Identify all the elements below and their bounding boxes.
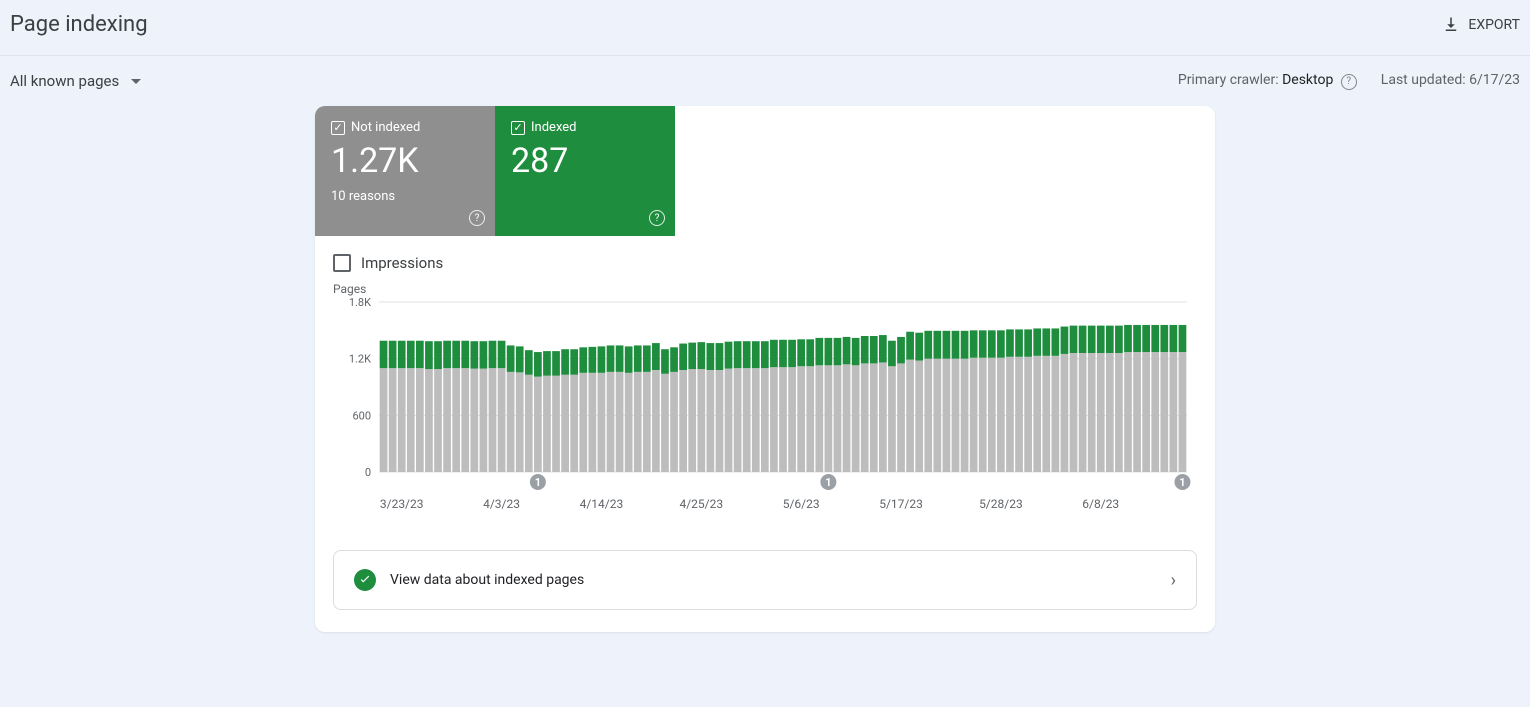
download-icon	[1442, 16, 1460, 34]
last-updated-info: Last updated: 6/17/23	[1381, 72, 1520, 90]
svg-text:1: 1	[1179, 476, 1185, 489]
svg-text:600: 600	[352, 409, 371, 422]
svg-text:4/3/23: 4/3/23	[483, 497, 520, 511]
help-icon[interactable]: ?	[1341, 74, 1357, 90]
tile-not-indexed[interactable]: ✓ Not indexed 1.27K 10 reasons ?	[315, 106, 495, 236]
help-icon[interactable]: ?	[469, 210, 485, 226]
impressions-toggle[interactable]: Impressions	[315, 236, 1215, 282]
view-indexed-pages-label: View data about indexed pages	[390, 572, 584, 588]
svg-text:1.2K: 1.2K	[349, 353, 371, 366]
svg-text:5/6/23: 5/6/23	[783, 497, 820, 511]
svg-text:1.8K: 1.8K	[349, 296, 371, 309]
impressions-label: Impressions	[361, 254, 443, 272]
export-button[interactable]: EXPORT	[1442, 16, 1520, 34]
svg-text:5/28/23: 5/28/23	[979, 497, 1023, 511]
svg-text:5/17/23: 5/17/23	[879, 497, 923, 511]
export-label: EXPORT	[1468, 17, 1520, 33]
svg-text:1: 1	[825, 476, 831, 489]
chevron-right-icon: ›	[1171, 570, 1176, 591]
tile-not-indexed-value: 1.27K	[331, 141, 479, 181]
svg-text:4/14/23: 4/14/23	[580, 497, 624, 511]
chart-y-axis-label: Pages	[333, 282, 1197, 296]
page-title: Page indexing	[10, 12, 148, 37]
svg-text:4/25/23: 4/25/23	[679, 497, 723, 511]
tile-indexed-value: 287	[511, 141, 659, 181]
view-indexed-pages-link[interactable]: View data about indexed pages ›	[333, 550, 1197, 610]
checkbox-checked-icon: ✓	[511, 121, 525, 135]
svg-text:1: 1	[535, 476, 541, 489]
svg-text:6/8/23: 6/8/23	[1082, 497, 1119, 511]
tile-indexed-label: Indexed	[531, 120, 577, 135]
tile-not-indexed-label: Not indexed	[351, 120, 420, 135]
svg-text:0: 0	[365, 466, 371, 479]
chevron-down-icon	[131, 79, 141, 84]
page-filter-dropdown[interactable]: All known pages	[10, 72, 141, 90]
check-circle-icon	[354, 569, 376, 591]
svg-text:3/23/23: 3/23/23	[380, 497, 424, 511]
tile-indexed[interactable]: ✓ Indexed 287 ?	[495, 106, 675, 236]
indexing-chart: 1.8K 1.2K 600 0 1 1 1 3/23/23 4/3/23 4/14/23 4/25/…	[333, 296, 1197, 516]
page-filter-label: All known pages	[10, 72, 119, 90]
indexing-card: ✓ Not indexed 1.27K 10 reasons ? ✓ Index…	[315, 106, 1215, 632]
checkbox-checked-icon: ✓	[331, 121, 345, 135]
tile-not-indexed-sub: 10 reasons	[331, 189, 479, 204]
checkbox-unchecked-icon	[333, 254, 351, 272]
help-icon[interactable]: ?	[649, 210, 665, 226]
primary-crawler-info: Primary crawler: Desktop ?	[1178, 72, 1357, 90]
